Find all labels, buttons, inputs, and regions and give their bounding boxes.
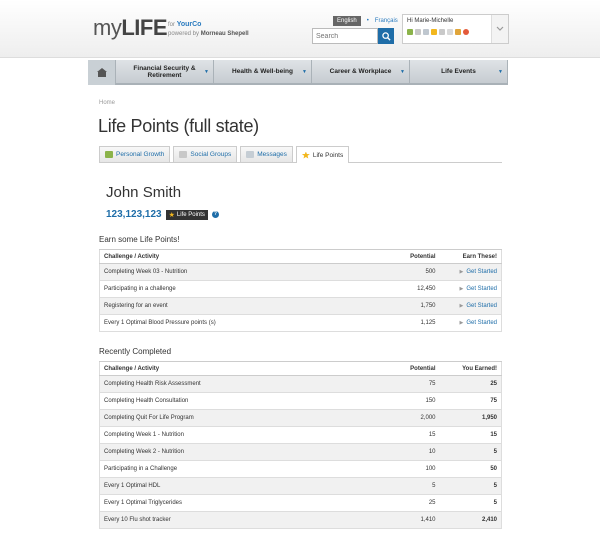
search-box (312, 28, 394, 44)
sponsor-company: YourCo (176, 21, 202, 28)
language-switcher: English • Français (333, 16, 398, 26)
tab-social-groups[interactable]: Social Groups (173, 146, 238, 162)
star-icon: ★ (168, 211, 175, 219)
group-icon[interactable] (415, 29, 421, 35)
table-header-row: Challenge / Activity Potential You Earne… (99, 361, 502, 376)
group-icon (179, 151, 188, 158)
lock-icon[interactable] (439, 29, 445, 35)
get-started-link[interactable]: ▶ Get Started (439, 314, 502, 332)
tab-personal-growth[interactable]: Personal Growth (99, 146, 171, 162)
main-nav: Financial Security & Retirement ▼ Health … (88, 60, 508, 85)
tab-bar: Personal Growth Social Groups Messages L… (99, 146, 502, 163)
site-header: myLIFE for YourCo powered by Morneau She… (0, 0, 600, 58)
sponsor-info: for YourCo powered by Morneau Shepell (168, 21, 249, 37)
home-icon (96, 68, 107, 77)
table-row: Participating in a Challenge 100 50 (99, 460, 502, 478)
earn-table: Challenge / Activity Potential Earn Thes… (99, 249, 502, 332)
nav-item-health[interactable]: Health & Well-being ▼ (214, 60, 312, 83)
lang-english[interactable]: English (333, 16, 361, 26)
column-header: Challenge / Activity (99, 249, 390, 264)
column-header: Potential (389, 249, 440, 264)
search-input[interactable] (312, 28, 378, 44)
table-row: Completing Week 1 - Nutrition 15 15 (99, 426, 502, 444)
column-header: Potential (389, 361, 440, 376)
search-button[interactable] (378, 28, 394, 44)
leaf-icon (105, 151, 113, 158)
completed-section-title: Recently Completed (99, 347, 172, 356)
breadcrumb[interactable]: Home (99, 100, 115, 106)
user-name: John Smith (106, 184, 182, 201)
tab-life-points[interactable]: Life Points (295, 146, 350, 163)
table-header-row: Challenge / Activity Potential Earn Thes… (99, 249, 502, 264)
user-greeting: Hi Marie-Michelle (407, 18, 454, 24)
life-points-badge: ★ Life Points (165, 209, 208, 220)
arrow-right-icon: ▶ (459, 286, 464, 292)
tab-messages[interactable]: Messages (240, 146, 293, 162)
star-icon (301, 151, 310, 159)
table-row: Registering for an event 1,750 ▶ Get Star… (99, 297, 502, 315)
user-menu[interactable]: Hi Marie-Michelle (402, 14, 509, 44)
column-header: You Earned! (439, 361, 502, 376)
caret-down-icon: ▼ (498, 69, 503, 75)
table-row: Every 1 Optimal Triglycerides 25 5 (99, 494, 502, 512)
nav-item-financial[interactable]: Financial Security & Retirement ▼ (116, 60, 214, 83)
get-started-link[interactable]: ▶ Get Started (439, 263, 502, 281)
mail-icon (246, 151, 255, 158)
arrow-right-icon: ▶ (459, 269, 464, 275)
get-started-link[interactable]: ▶ Get Started (439, 297, 502, 315)
points-summary: 123,123,123 ★ Life Points ? (106, 209, 219, 220)
table-row: Completing Quit For Life Program 2,000 1,9… (99, 409, 502, 427)
table-row: Completing Health Consultation 150 75 (99, 392, 502, 410)
get-started-link[interactable]: ▶ Get Started (439, 280, 502, 298)
completed-table: Challenge / Activity Potential You Earne… (99, 361, 502, 529)
leaf-icon[interactable] (407, 29, 413, 35)
user-menu-dropdown[interactable] (491, 15, 508, 43)
document-icon[interactable] (447, 29, 453, 35)
earn-section-title: Earn some Life Points! (99, 235, 180, 244)
table-row: Participating in a challenge 12,450 ▶ Get… (99, 280, 502, 298)
home-button[interactable] (88, 60, 116, 85)
arrow-right-icon: ▶ (459, 303, 464, 309)
nav-item-career[interactable]: Career & Workplace ▼ (312, 60, 410, 83)
mylife-logo[interactable]: myLIFE (93, 15, 167, 41)
caret-down-icon: ▼ (302, 69, 307, 75)
table-row: Completing Health Risk Assessment 75 25 (99, 375, 502, 393)
lang-french[interactable]: Français (375, 18, 398, 24)
chevron-down-icon (496, 26, 504, 31)
arrow-right-icon: ▶ (459, 320, 464, 326)
caret-down-icon: ▼ (204, 69, 209, 75)
table-row: Completing Week 03 - Nutrition 500 ▶ Get … (99, 263, 502, 281)
points-total: 123,123,123 (106, 209, 162, 220)
key-icon[interactable] (455, 29, 461, 35)
mail-icon[interactable] (423, 29, 429, 35)
table-row: Completing Week 2 - Nutrition 10 5 (99, 443, 502, 461)
star-icon[interactable] (431, 29, 437, 35)
table-row: Every 1 Optimal Blood Pressure points (s… (99, 314, 502, 332)
table-row: Every 1 Optimal HDL 5 5 (99, 477, 502, 495)
column-header: Challenge / Activity (99, 361, 390, 376)
caret-down-icon: ▼ (400, 69, 405, 75)
help-icon[interactable]: ? (211, 211, 219, 218)
lifebuoy-icon[interactable] (463, 29, 469, 35)
user-icon-strip (407, 29, 469, 35)
search-icon (381, 31, 391, 41)
column-header: Earn These! (439, 249, 502, 264)
nav-item-life-events[interactable]: Life Events ▼ (410, 60, 508, 83)
page-title: Life Points (full state) (98, 116, 259, 136)
table-row: Every 10 Flu shot tracker 1,410 2,410 (99, 511, 502, 529)
